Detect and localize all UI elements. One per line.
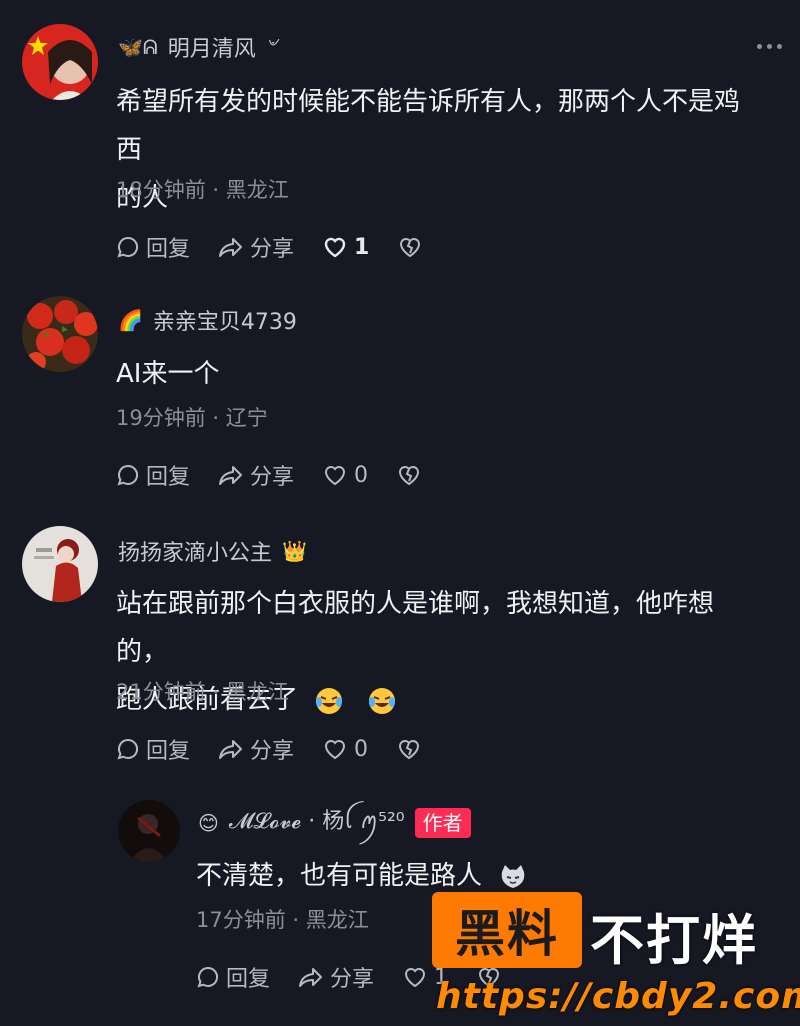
comment-actions: 回复 分享 0 (116, 458, 450, 492)
smile-icon: 😊 (198, 811, 219, 835)
like-count: 0 (354, 462, 369, 488)
reply-label: 回复 (146, 739, 191, 764)
comment-meta: 17分钟前 · 黑龙江 (196, 908, 369, 932)
butterfly-icon: 🦋ᕱ (118, 35, 158, 59)
share-button[interactable]: 分享 (218, 231, 294, 263)
username-text: 明月清风 (167, 37, 256, 62)
location: 黑龙江 (225, 178, 289, 202)
heart-icon (325, 740, 346, 760)
watermark-url: https://cbdy2.com (436, 976, 800, 1017)
avatar[interactable] (22, 24, 98, 100)
reply-icon (117, 464, 139, 486)
like-count: 1 (354, 234, 370, 260)
dislike-button[interactable] (397, 235, 423, 259)
reply-button[interactable]: 回复 (116, 733, 190, 765)
broken-heart-icon (399, 466, 420, 486)
more-options-icon[interactable] (757, 44, 782, 49)
broken-heart-icon (399, 740, 420, 760)
timestamp: 21分钟前 (116, 680, 206, 704)
share-label: 分享 (330, 967, 375, 992)
name-suffix: ৺ (265, 32, 279, 57)
share-label: 分享 (250, 739, 295, 764)
share-label: 分享 (250, 465, 295, 490)
timestamp: 19分钟前 (116, 406, 206, 430)
broken-heart-icon (400, 238, 421, 258)
comment-actions: 回复 分享 0 (116, 732, 450, 766)
heart-icon (325, 466, 346, 486)
rainbow-icon: 🌈 (118, 308, 143, 332)
reply-button[interactable]: 回复 (116, 459, 190, 491)
cat-emoji-icon (502, 864, 525, 888)
like-button[interactable]: 0 (322, 463, 368, 488)
username-text: 𝓜𝓛𝓸𝓿𝓮 · 杨ꪶ ꪑ⁵²⁰ (228, 809, 405, 834)
watermark: 黑料 不打烊 https://cbdy2.com (432, 892, 800, 1022)
location: 黑龙江 (225, 680, 289, 704)
reply-icon (117, 236, 139, 258)
comment-text-line: AI来一个 (116, 359, 220, 389)
dislike-button[interactable] (396, 463, 422, 487)
watermark-text: 不打烊 (590, 909, 758, 972)
username[interactable]: 🌈 亲亲宝贝4739 (118, 303, 297, 337)
share-label: 分享 (250, 237, 295, 262)
username-text: 扬扬家滴小公主 (118, 541, 273, 566)
reply-icon (117, 738, 139, 760)
username-text: 亲亲宝贝4739 (152, 310, 297, 335)
comment-actions: 回复 分享 1 (116, 230, 451, 264)
comment-meta: 19分钟前 · 辽宁 (116, 406, 268, 430)
location: 辽宁 (225, 406, 268, 430)
share-button[interactable]: 分享 (218, 733, 294, 765)
comment-text: AI来一个 (116, 350, 756, 398)
heart-icon (324, 237, 346, 258)
flag-avatar-icon (22, 24, 98, 100)
avatar[interactable] (22, 526, 98, 602)
dark-avatar-icon (118, 800, 180, 862)
username[interactable]: 😊 𝓜𝓛𝓸𝓿𝓮 · 杨ꪶ ꪑ⁵²⁰ 作者 (198, 806, 471, 840)
dislike-button[interactable] (396, 737, 422, 761)
location: 黑龙江 (305, 908, 369, 932)
username[interactable]: 扬扬家滴小公主 👑 (118, 534, 307, 568)
like-button[interactable]: 1 (322, 235, 369, 260)
laughing-crying-emoji-icon (368, 687, 395, 714)
reply-button[interactable]: 回复 (116, 231, 190, 263)
share-icon (219, 740, 243, 759)
comment-text-line: 不清楚，也有可能是路人 (196, 861, 483, 891)
comment-text-line: 希望所有发的时候能不能告诉所有人，那两个人不是鸡西 (116, 87, 741, 165)
reply-label: 回复 (146, 465, 191, 490)
reply-icon (197, 966, 219, 988)
watermark-logo-box: 黑料 (432, 892, 582, 968)
share-icon (219, 238, 243, 257)
timestamp: 18分钟前 (116, 178, 206, 202)
like-button[interactable]: 0 (322, 737, 368, 762)
reply-button[interactable]: 回复 (196, 961, 270, 993)
share-icon (219, 466, 243, 485)
username[interactable]: 🦋ᕱ 明月清风 ৺ (118, 30, 278, 64)
reply-label: 回复 (146, 237, 191, 262)
share-button[interactable]: 分享 (218, 459, 294, 491)
comment-list: 🦋ᕱ 明月清风 ৺ 希望所有发的时候能不能告诉所有人，那两个人不是鸡西 的人 1… (0, 0, 800, 1026)
crown-icon: 👑 (282, 539, 307, 563)
timestamp: 17分钟前 (196, 908, 286, 932)
author-badge: 作者 (414, 808, 471, 838)
heart-icon (405, 968, 426, 988)
comment-meta: 21分钟前 · 黑龙江 (116, 680, 289, 704)
like-count: 0 (354, 736, 369, 762)
girl-avatar-icon (22, 526, 98, 602)
share-button[interactable]: 分享 (298, 961, 374, 993)
tomatoes-avatar-icon (22, 296, 98, 372)
comment-meta: 18分钟前 · 黑龙江 (116, 178, 289, 202)
avatar[interactable] (22, 296, 98, 372)
avatar[interactable] (118, 800, 180, 862)
share-icon (299, 968, 323, 987)
reply-label: 回复 (226, 967, 271, 992)
laughing-crying-emoji-icon (316, 687, 343, 714)
comment-text-line: 站在跟前那个白衣服的人是谁啊，我想知道，他咋想的， (116, 589, 715, 667)
